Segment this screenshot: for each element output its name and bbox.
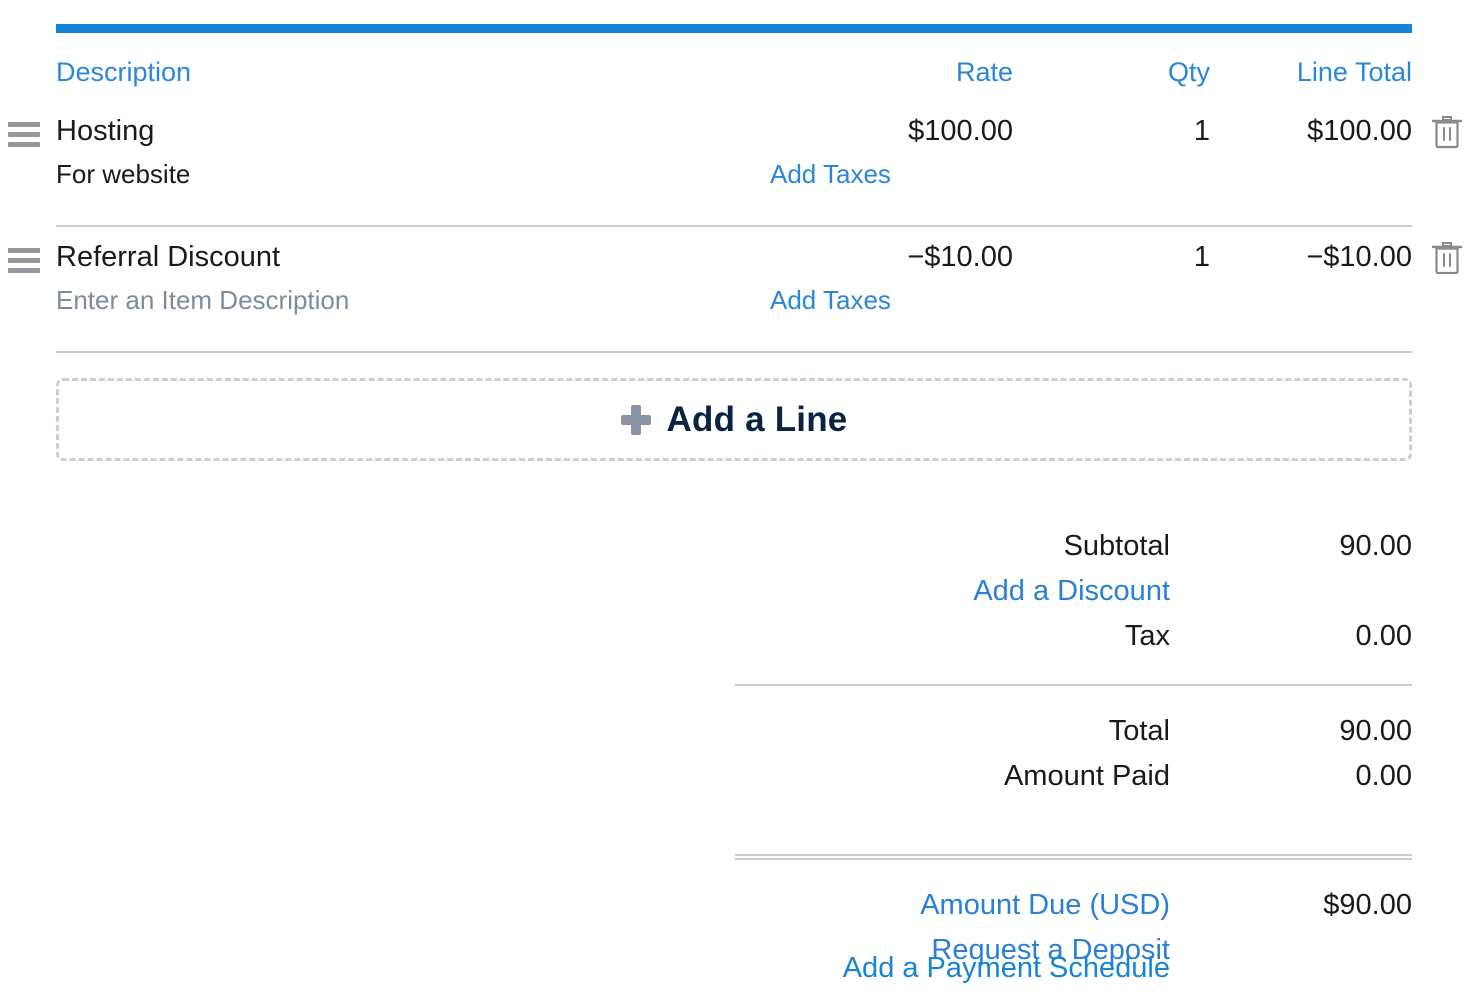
total-value: 90.00 [1339, 715, 1412, 747]
line-item-rate-cell: −$10.00 Add Taxes [770, 238, 1013, 317]
line-item-name[interactable]: Referral Discount [56, 238, 736, 276]
column-header-line-total[interactable]: Line Total [1210, 56, 1412, 88]
line-item-line-total: $100.00 [1307, 115, 1412, 147]
subtotal-value: 90.00 [1339, 530, 1412, 562]
table-row: Referral Discount Enter an Item Descript… [0, 228, 1484, 354]
line-item-subdescription-placeholder[interactable]: Enter an Item Description [56, 283, 736, 317]
column-header-qty[interactable]: Qty [1040, 56, 1210, 88]
line-items-table: Description Rate Qty Line Total Hosting … [0, 48, 1484, 354]
plus-icon [620, 404, 651, 435]
row-divider [56, 351, 1412, 353]
amount-paid-row: Amount Paid 0.00 [735, 755, 1412, 800]
tax-row: Tax 0.00 [735, 615, 1412, 660]
line-item-description-cell: Referral Discount Enter an Item Descript… [56, 238, 736, 317]
amount-due-row: Amount Due (USD) $90.00 [735, 884, 1412, 929]
column-header-description[interactable]: Description [56, 56, 191, 88]
amount-due-label[interactable]: Amount Due (USD) [920, 884, 1170, 926]
accent-bar [56, 24, 1412, 33]
add-a-line-button[interactable]: Add a Line [56, 378, 1412, 461]
line-item-line-total: −$10.00 [1306, 241, 1412, 273]
totals-panel: Subtotal 90.00 Add a Discount Tax 0.00 T… [735, 525, 1412, 974]
add-a-payment-schedule-link[interactable]: Add a Payment Schedule [735, 947, 1412, 989]
invoice-line-items-editor: Description Rate Qty Line Total Hosting … [0, 0, 1484, 1006]
line-item-description-cell: Hosting For website [56, 112, 736, 191]
add-discount-row: Add a Discount [735, 570, 1412, 615]
amount-paid-value: 0.00 [1355, 760, 1412, 792]
trash-icon[interactable] [1430, 240, 1464, 276]
column-header-rate[interactable]: Rate [770, 56, 1013, 88]
total-label: Total [1108, 715, 1170, 747]
table-header-row: Description Rate Qty Line Total [0, 48, 1484, 102]
line-item-qty[interactable]: 1 [1040, 238, 1210, 276]
line-item-rate-cell: $100.00 Add Taxes [770, 112, 1013, 191]
trash-icon[interactable] [1430, 114, 1464, 150]
add-taxes-link[interactable]: Add Taxes [770, 283, 1013, 317]
drag-handle-icon[interactable] [8, 248, 40, 274]
row-divider [56, 225, 1412, 227]
add-a-line-label: Add a Line [666, 399, 848, 439]
table-row: Hosting For website $100.00 Add Taxes 1 … [0, 102, 1484, 228]
total-row: Total 90.00 [735, 710, 1412, 755]
line-item-subdescription[interactable]: For website [56, 157, 736, 191]
line-item-rate[interactable]: −$10.00 [770, 238, 1013, 276]
add-taxes-link[interactable]: Add Taxes [770, 157, 1013, 191]
subtotal-label: Subtotal [1063, 530, 1170, 562]
line-item-rate[interactable]: $100.00 [770, 112, 1013, 150]
amount-due-value: $90.00 [1323, 889, 1412, 921]
line-item-qty[interactable]: 1 [1040, 112, 1210, 150]
drag-handle-icon[interactable] [8, 122, 40, 148]
amount-paid-label: Amount Paid [1003, 760, 1170, 792]
tax-label: Tax [1124, 620, 1170, 652]
tax-value: 0.00 [1355, 620, 1412, 652]
subtotal-row: Subtotal 90.00 [735, 525, 1412, 570]
add-a-discount-link[interactable]: Add a Discount [973, 570, 1170, 612]
line-item-name[interactable]: Hosting [56, 112, 736, 150]
